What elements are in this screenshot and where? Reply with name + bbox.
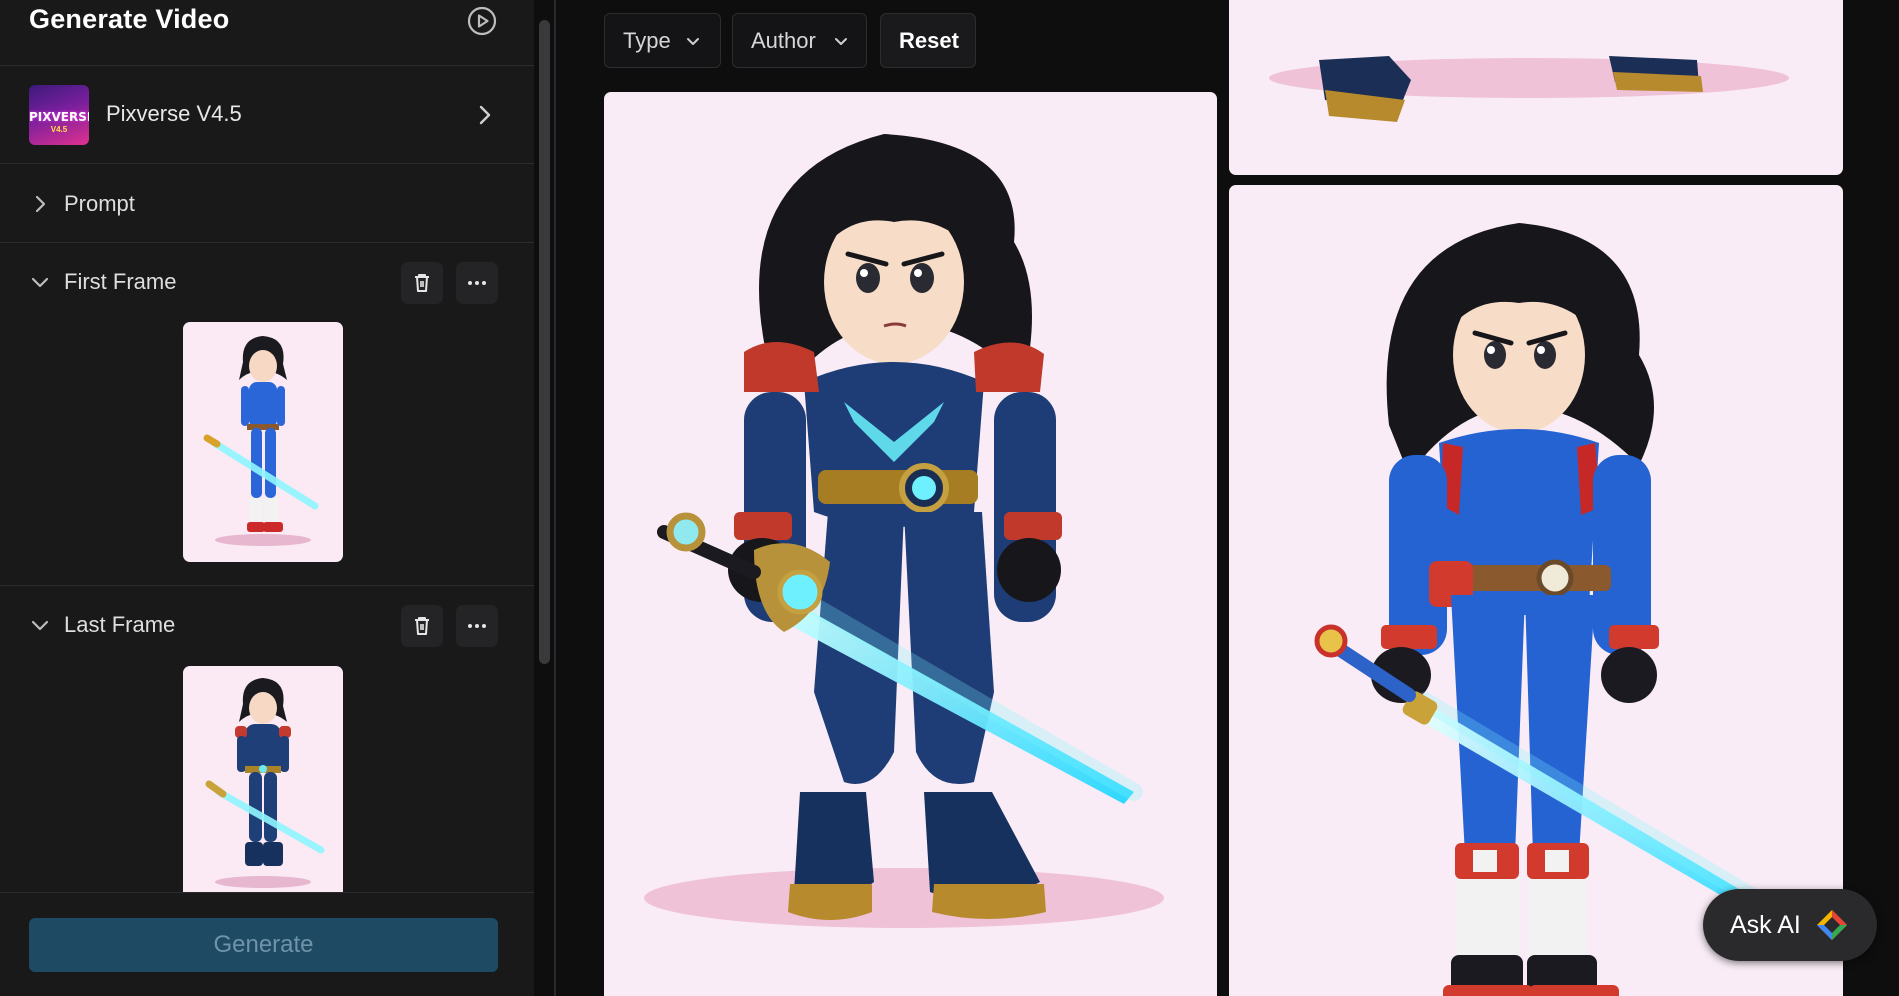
model-logo: PIXVERSE V4.5 bbox=[29, 85, 89, 145]
more-horizontal-icon bbox=[468, 281, 486, 285]
first-frame-delete-button[interactable] bbox=[401, 262, 443, 304]
chevron-right-icon bbox=[30, 194, 50, 214]
generate-button[interactable]: Generate bbox=[29, 918, 498, 972]
last-frame-delete-button[interactable] bbox=[401, 605, 443, 647]
reset-button[interactable]: Reset bbox=[880, 13, 976, 68]
more-horizontal-icon bbox=[468, 624, 486, 628]
panel-title: Generate Video bbox=[29, 4, 230, 34]
type-filter-label: Type bbox=[623, 28, 671, 53]
last-frame-more-button[interactable] bbox=[456, 605, 498, 647]
type-filter-dropdown[interactable]: Type bbox=[604, 13, 721, 68]
ask-ai-label: Ask AI bbox=[1730, 911, 1801, 939]
ask-ai-logo-icon bbox=[1817, 910, 1847, 940]
trash-icon bbox=[415, 617, 429, 635]
chevron-down-icon[interactable] bbox=[30, 615, 50, 635]
model-name: Pixverse V4.5 bbox=[106, 101, 242, 126]
prompt-section-toggle[interactable]: Prompt bbox=[0, 164, 534, 243]
first-frame-label: First Frame bbox=[64, 269, 177, 294]
panel-header: Generate Video bbox=[0, 0, 534, 66]
gallery-area: Type Author Reset – + bbox=[556, 0, 1899, 996]
model-logo-version: V4.5 bbox=[50, 125, 68, 134]
first-frame-thumbnail[interactable] bbox=[183, 322, 343, 562]
author-filter-dropdown[interactable]: Author bbox=[732, 13, 867, 68]
last-frame-label: Last Frame bbox=[64, 612, 176, 637]
panel-scrollbar[interactable] bbox=[539, 20, 550, 664]
gallery-card[interactable] bbox=[1229, 0, 1843, 175]
last-frame-section: Last Frame bbox=[0, 586, 534, 892]
chevron-down-icon bbox=[835, 38, 847, 45]
app-root: Generate Video PIXVERSE V4.5 Pixverse V4… bbox=[0, 0, 1899, 996]
chevron-down-icon bbox=[687, 38, 699, 45]
gallery-card[interactable] bbox=[604, 92, 1217, 996]
author-filter-label: Author bbox=[751, 28, 816, 53]
prompt-label: Prompt bbox=[64, 191, 135, 216]
generate-bar: Generate bbox=[0, 892, 534, 996]
generate-panel: Generate Video PIXVERSE V4.5 Pixverse V4… bbox=[0, 0, 534, 996]
reset-label: Reset bbox=[899, 28, 959, 53]
model-logo-text: PIXVERSE bbox=[29, 110, 89, 124]
chevron-down-icon[interactable] bbox=[30, 272, 50, 292]
generate-panel-scroll[interactable]: Generate Video PIXVERSE V4.5 Pixverse V4… bbox=[0, 0, 534, 892]
ask-ai-button[interactable]: Ask AI bbox=[1703, 889, 1877, 961]
gallery-card[interactable] bbox=[1229, 185, 1843, 996]
first-frame-more-button[interactable] bbox=[456, 262, 498, 304]
model-selector[interactable]: PIXVERSE V4.5 Pixverse V4.5 bbox=[0, 66, 534, 164]
trash-icon bbox=[415, 274, 429, 292]
last-frame-thumbnail[interactable] bbox=[183, 666, 343, 892]
play-circle-icon[interactable] bbox=[466, 5, 498, 37]
chevron-right-icon bbox=[476, 102, 494, 128]
first-frame-section: First Frame bbox=[0, 243, 534, 586]
